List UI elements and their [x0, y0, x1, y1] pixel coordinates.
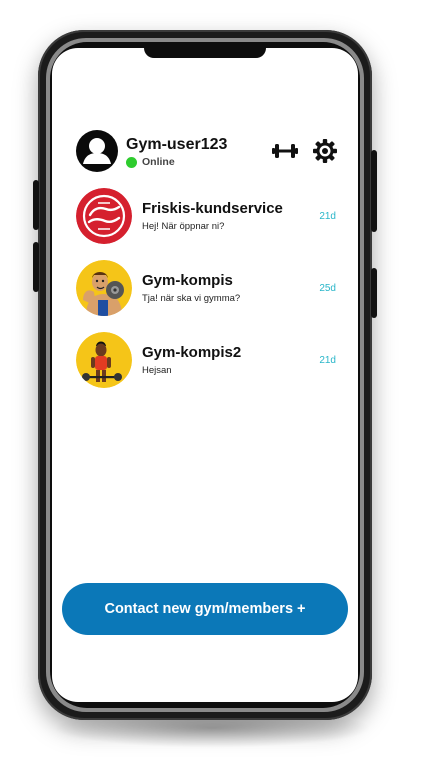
- app-screen: Gym-user123 Online Friskis-kundservice H…: [52, 48, 358, 702]
- chat-time: 25d: [319, 283, 336, 294]
- chat-item-gym-kompis[interactable]: Gym-kompis Tja! när ska vi gymma? 25d: [76, 260, 342, 318]
- friskis-logo-icon: [76, 188, 132, 244]
- profile-header: Gym-user123 Online: [76, 128, 342, 174]
- chat-name: Gym-kompis: [142, 272, 233, 289]
- contact-new-button[interactable]: Contact new gym/members +: [62, 583, 348, 635]
- status-label: Online: [142, 156, 175, 168]
- gear-icon[interactable]: [312, 138, 338, 164]
- side-button: [371, 268, 377, 318]
- online-dot-icon: [126, 157, 137, 168]
- chat-time: 21d: [319, 211, 336, 222]
- weightlifter-avatar-icon: [76, 332, 132, 388]
- chat-item-friskis[interactable]: Friskis-kundservice Hej! När öppnar ni? …: [76, 188, 342, 246]
- phone-notch: [144, 48, 266, 58]
- power-button: [371, 150, 377, 232]
- chat-last-message: Hej! När öppnar ni?: [142, 221, 225, 232]
- chat-name: Gym-kompis2: [142, 344, 242, 361]
- chat-name: Friskis-kundservice: [142, 200, 283, 217]
- chat-time: 21d: [319, 355, 336, 366]
- volume-up-button: [33, 180, 39, 230]
- chat-last-message: Tja! när ska vi gymma?: [142, 293, 241, 304]
- volume-down-button: [33, 242, 39, 292]
- chat-item-gym-kompis2[interactable]: Gym-kompis2 Hejsan 21d: [76, 332, 342, 390]
- muscle-man-avatar-icon: [76, 260, 132, 316]
- dumbbell-icon[interactable]: [272, 138, 298, 164]
- username: Gym-user123: [126, 136, 228, 153]
- chat-last-message: Hejsan: [142, 365, 172, 376]
- user-avatar-icon[interactable]: [76, 130, 118, 172]
